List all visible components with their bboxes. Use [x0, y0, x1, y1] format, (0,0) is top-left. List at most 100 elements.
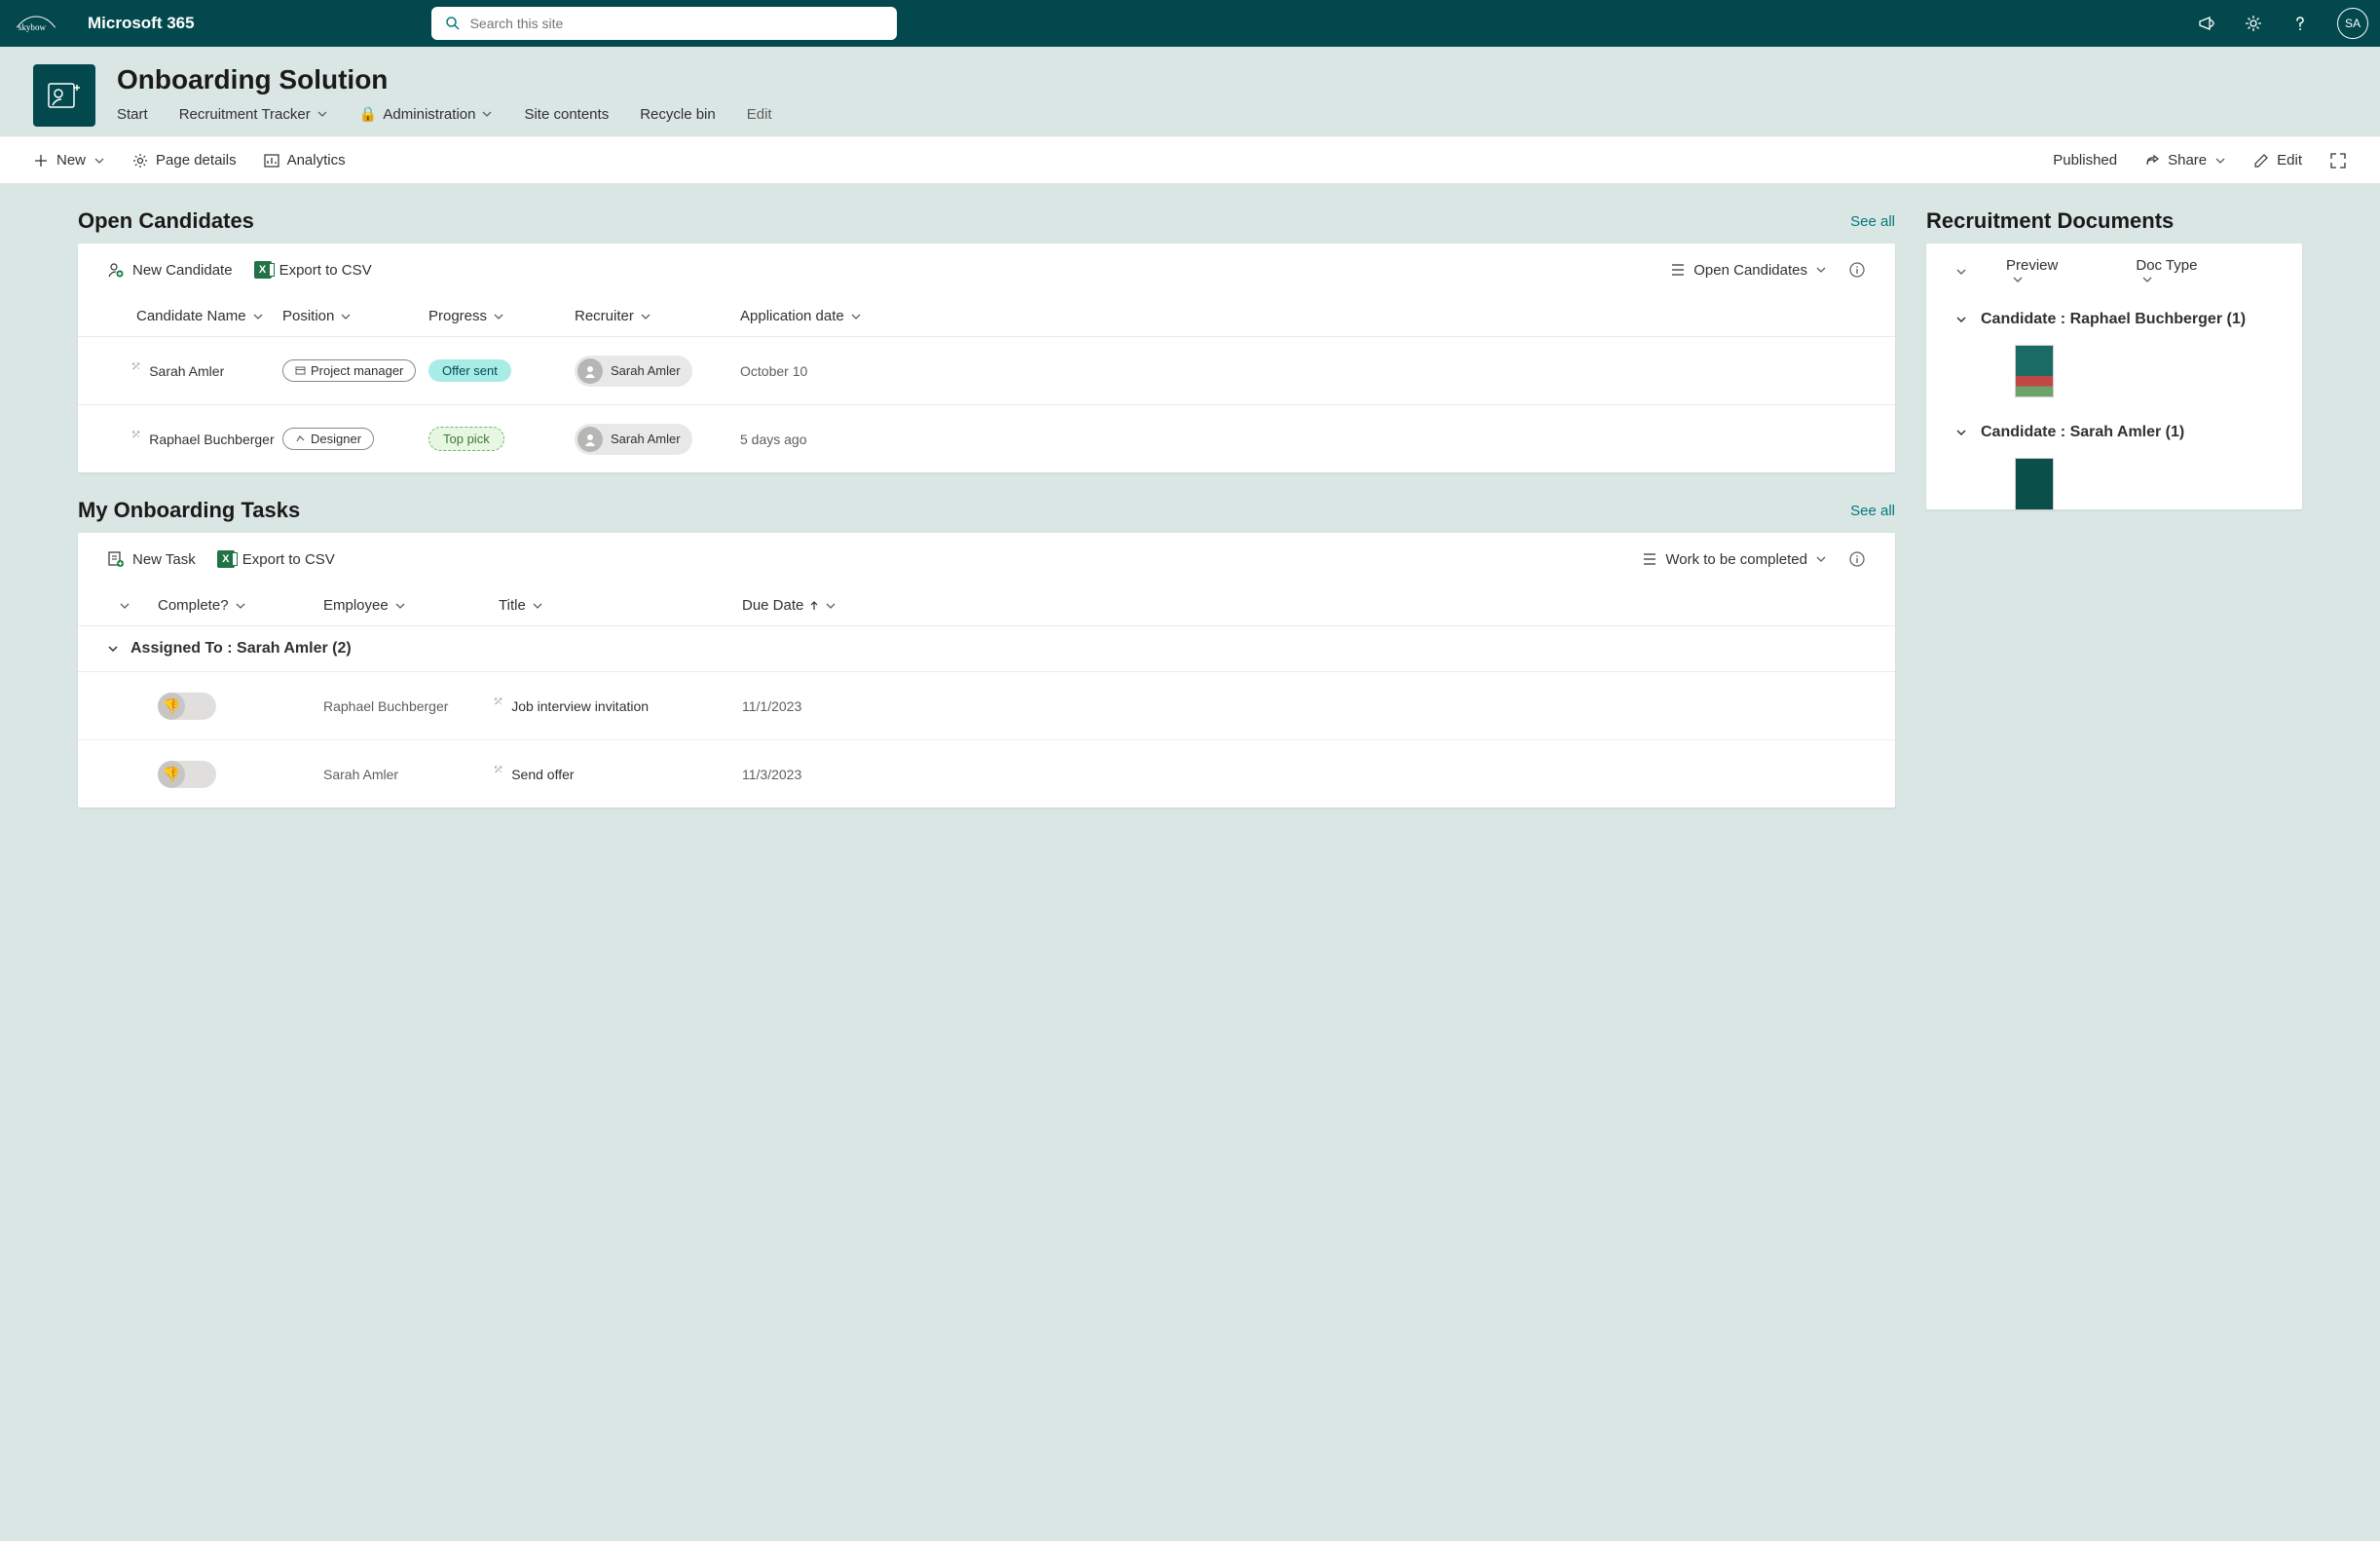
see-all-link[interactable]: See all	[1850, 213, 1895, 230]
edit-button[interactable]: Edit	[2253, 152, 2302, 169]
nav-site-contents[interactable]: Site contents	[524, 106, 609, 123]
brand-logo[interactable]: skybow	[8, 13, 64, 34]
list-icon	[1670, 263, 1686, 277]
tasks-header-row: Complete? Employee Title Due Date	[78, 585, 1895, 625]
gear-icon	[132, 153, 148, 169]
cmd-label: Share	[2168, 152, 2207, 169]
section-title: Open Candidates	[78, 208, 254, 234]
candidate-row[interactable]: ⤱Sarah Amler Project manager Offer sent …	[78, 336, 1895, 404]
candidate-row[interactable]: ⤱Raphael Buchberger Designer Top pick Sa…	[78, 404, 1895, 472]
megaphone-icon[interactable]	[2197, 14, 2216, 33]
complete-toggle[interactable]: 👎	[158, 761, 216, 788]
nav-recycle-bin[interactable]: Recycle bin	[640, 106, 716, 123]
nav-administration[interactable]: 🔒 Administration	[359, 105, 494, 123]
section-title: Recruitment Documents	[1926, 208, 2174, 234]
task-row[interactable]: 👎 Sarah Amler ⤱Send offer 11/3/2023	[78, 739, 1895, 808]
open-candidates-section: Open Candidates See all New Candidate X …	[78, 208, 1895, 472]
site-logo[interactable]	[33, 64, 95, 127]
document-thumbnail[interactable]	[2016, 346, 2053, 396]
thumbs-down-icon: 👎	[158, 693, 185, 720]
help-icon[interactable]	[2290, 14, 2310, 33]
pencil-icon	[2253, 153, 2269, 169]
col-recruiter[interactable]: Recruiter	[575, 308, 740, 324]
cmd-label: Page details	[156, 152, 237, 169]
onboarding-tasks-section: My Onboarding Tasks See all New Task X E…	[78, 498, 1895, 808]
chevron-down-icon	[1815, 264, 1827, 276]
col-due-date[interactable]: Due Date	[742, 597, 878, 614]
complete-toggle[interactable]: 👎	[158, 693, 216, 720]
share-button[interactable]: Share	[2144, 152, 2226, 169]
col-complete[interactable]: Complete?	[158, 597, 323, 614]
chevron-down-icon[interactable]	[119, 600, 130, 612]
expand-icon	[2329, 152, 2347, 169]
doc-group-header[interactable]: Candidate : Raphael Buchberger (1)	[1926, 299, 2302, 340]
expand-button[interactable]	[2329, 152, 2347, 169]
candidate-name: Raphael Buchberger	[149, 432, 274, 447]
chevron-down-icon	[481, 108, 493, 120]
user-avatar[interactable]: SA	[2337, 8, 2368, 39]
due-date: 11/3/2023	[742, 767, 878, 782]
share-icon	[2144, 153, 2160, 169]
list-icon	[1642, 552, 1657, 566]
export-csv-button[interactable]: X Export to CSV	[254, 261, 372, 279]
doc-group-header[interactable]: Candidate : Sarah Amler (1)	[1926, 412, 2302, 453]
application-date: October 10	[740, 363, 896, 379]
search-icon	[445, 16, 461, 31]
chevron-down-icon[interactable]	[1955, 266, 1967, 278]
document-thumbnail[interactable]	[2016, 459, 2053, 509]
task-add-icon	[107, 550, 125, 568]
excel-icon: X	[254, 261, 272, 279]
btn-label: Export to CSV	[279, 262, 372, 279]
task-group-header[interactable]: Assigned To : Sarah Amler (2)	[78, 625, 1895, 671]
col-progress[interactable]: Progress	[428, 308, 575, 324]
lock-icon: 🔒	[359, 105, 378, 123]
nav-start[interactable]: Start	[117, 106, 148, 123]
new-candidate-button[interactable]: New Candidate	[107, 261, 233, 279]
search-input[interactable]	[470, 16, 883, 31]
search-box[interactable]	[431, 7, 897, 40]
btn-label: New Task	[132, 551, 196, 568]
excel-icon: X	[217, 550, 235, 568]
analytics-button[interactable]: Analytics	[264, 152, 346, 169]
chevron-down-icon	[1955, 314, 1967, 325]
info-button[interactable]	[1848, 550, 1866, 568]
group-label: Candidate : Sarah Amler (1)	[1981, 424, 2184, 441]
plus-icon	[33, 153, 49, 169]
col-candidate-name[interactable]: Candidate Name	[107, 308, 282, 324]
col-employee[interactable]: Employee	[323, 597, 499, 614]
product-name[interactable]: Microsoft 365	[88, 14, 195, 33]
col-doc-type[interactable]: Doc Type	[2136, 257, 2197, 285]
chevron-down-icon	[1955, 427, 1967, 438]
nav-recruitment-tracker[interactable]: Recruitment Tracker	[179, 106, 328, 123]
task-row[interactable]: 👎 Raphael Buchberger ⤱Job interview invi…	[78, 671, 1895, 739]
site-title: Onboarding Solution	[117, 64, 772, 95]
chevron-down-icon	[93, 155, 105, 167]
view-selector[interactable]: Work to be completed	[1642, 551, 1827, 568]
see-all-link[interactable]: See all	[1850, 503, 1895, 519]
new-button[interactable]: New	[33, 152, 105, 169]
suite-bar: skybow Microsoft 365 SA	[0, 0, 2380, 47]
info-button[interactable]	[1848, 261, 1866, 279]
page-details-button[interactable]: Page details	[132, 152, 237, 169]
tasks-toolbar: New Task X Export to CSV Work to be comp…	[78, 533, 1895, 585]
col-title[interactable]: Title	[499, 597, 742, 614]
skybow-icon: skybow	[16, 13, 56, 34]
section-title: My Onboarding Tasks	[78, 498, 300, 523]
published-status: Published	[2053, 152, 2117, 169]
col-position[interactable]: Position	[282, 308, 428, 324]
nav-edit[interactable]: Edit	[747, 106, 772, 123]
col-preview[interactable]: Preview	[2006, 257, 2058, 285]
candidates-toolbar: New Candidate X Export to CSV Open Candi…	[78, 244, 1895, 296]
view-selector[interactable]: Open Candidates	[1670, 262, 1827, 279]
thumbs-down-icon: 👎	[158, 761, 185, 788]
chart-icon	[264, 153, 279, 169]
cmd-label: Analytics	[287, 152, 346, 169]
page-content: Open Candidates See all New Candidate X …	[0, 183, 2380, 846]
position-chip: Designer	[282, 428, 374, 450]
new-task-button[interactable]: New Task	[107, 550, 196, 568]
export-csv-button[interactable]: X Export to CSV	[217, 550, 335, 568]
col-application-date[interactable]: Application date	[740, 308, 896, 324]
cmd-label: New	[56, 152, 86, 169]
gear-icon[interactable]	[2244, 14, 2263, 33]
btn-label: Export to CSV	[242, 551, 335, 568]
